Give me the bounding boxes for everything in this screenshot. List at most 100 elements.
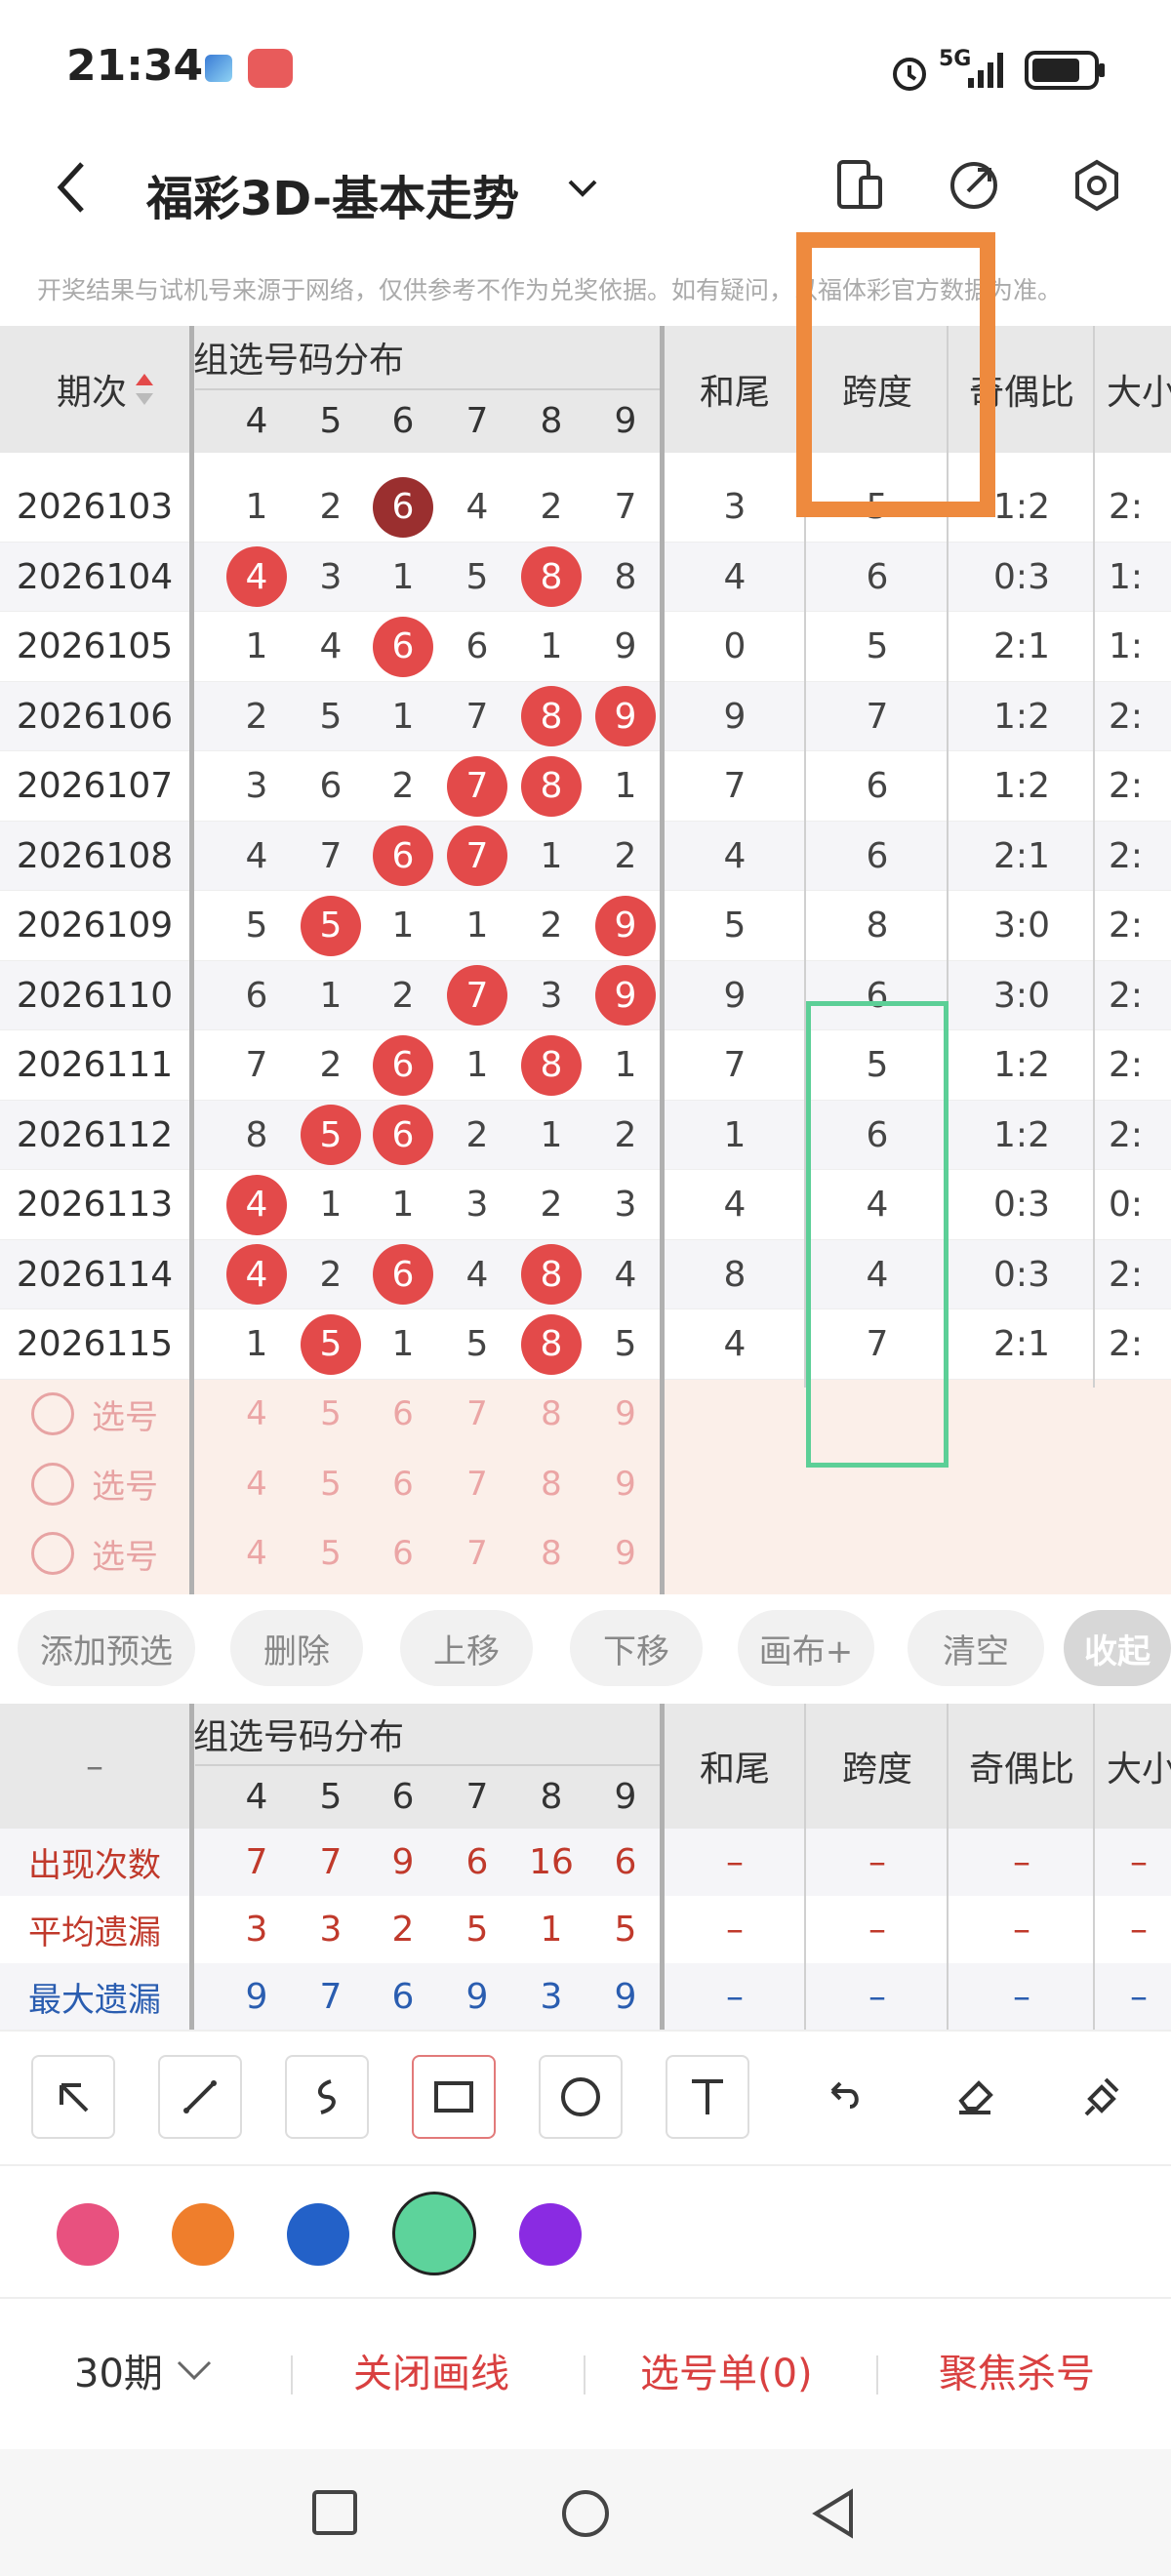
line-tool-icon[interactable] xyxy=(158,2055,242,2139)
select-digit[interactable]: 4 xyxy=(221,1449,293,1519)
select-digit[interactable]: 6 xyxy=(367,1449,439,1519)
digit-cell: 2 xyxy=(391,766,415,807)
digit-cell: 1 xyxy=(319,1185,343,1226)
select-digit[interactable]: 6 xyxy=(367,1380,439,1450)
close-draw-button[interactable]: 关闭画线 xyxy=(353,2342,509,2398)
number-ball: 9 xyxy=(595,965,656,1026)
number-ball: 4 xyxy=(226,1174,287,1235)
stats-digit-header: 6 xyxy=(391,1776,415,1817)
app-notification-icon-2 xyxy=(248,49,293,88)
digit-cell: 1 xyxy=(540,1114,563,1155)
eraser-tool-icon[interactable] xyxy=(933,2055,1017,2139)
digit-cell: 4 xyxy=(319,626,343,667)
jiou-cell: 3:0 xyxy=(993,975,1050,1016)
hewei-cell: 9 xyxy=(723,975,747,1016)
curve-tool-icon[interactable] xyxy=(285,2055,369,2139)
col-header-period-label: 期次 xyxy=(57,373,128,413)
action-button-0[interactable]: 添加预选 xyxy=(18,1610,195,1686)
chevron-down-icon[interactable] xyxy=(566,176,599,199)
select-digit[interactable]: 7 xyxy=(441,1519,513,1590)
digit-cell: 7 xyxy=(441,822,513,892)
select-digit[interactable]: 9 xyxy=(589,1449,662,1519)
period-select[interactable]: 30期 xyxy=(74,2342,214,2398)
undo-tool-icon[interactable] xyxy=(802,2055,886,2139)
select-digit[interactable]: 9 xyxy=(589,1519,662,1590)
select-digit[interactable]: 6 xyxy=(367,1519,439,1590)
select-digit[interactable]: 7 xyxy=(441,1380,513,1450)
number-ball: 6 xyxy=(373,616,433,677)
radio-circle-icon[interactable] xyxy=(31,1462,74,1506)
clear-tool-icon[interactable] xyxy=(1060,2055,1144,2139)
digit-cell: 2 xyxy=(614,1114,637,1155)
select-row-toggle[interactable]: 选号 xyxy=(0,1449,189,1519)
back-icon[interactable] xyxy=(810,2488,857,2539)
select-digit[interactable]: 5 xyxy=(295,1449,367,1519)
select-digit[interactable]: 5 xyxy=(295,1519,367,1590)
recent-apps-icon[interactable] xyxy=(310,2488,359,2537)
color-swatch[interactable] xyxy=(287,2203,349,2266)
hewei-cell: 7 xyxy=(723,1045,747,1086)
digit-cell: 7 xyxy=(319,835,343,876)
select-row-toggle[interactable]: 选号 xyxy=(0,1380,189,1450)
stats-value: 6 xyxy=(614,1842,637,1882)
focus-kill-button[interactable]: 聚焦杀号 xyxy=(939,2342,1095,2398)
arrow-tool-icon[interactable] xyxy=(31,2055,115,2139)
action-button-6[interactable]: 收起 xyxy=(1064,1610,1171,1686)
page-title[interactable]: 福彩3D-基本走势 xyxy=(146,160,519,228)
select-digit[interactable]: 4 xyxy=(221,1380,293,1450)
color-swatch[interactable] xyxy=(57,2203,119,2266)
share-icon[interactable] xyxy=(947,158,1001,213)
digit-cell: 6 xyxy=(367,1240,439,1310)
home-icon[interactable] xyxy=(560,2488,611,2539)
digit-header: 8 xyxy=(540,400,563,441)
action-button-3[interactable]: 下移 xyxy=(570,1610,703,1686)
stats-value: 7 xyxy=(319,1977,343,2017)
annotation-orange-rect[interactable] xyxy=(796,232,995,517)
action-button-1[interactable]: 删除 xyxy=(230,1610,363,1686)
color-swatch[interactable] xyxy=(172,2203,234,2266)
settings-icon[interactable] xyxy=(1070,158,1124,213)
action-button-2[interactable]: 上移 xyxy=(400,1610,533,1686)
digit-cell: 6 xyxy=(367,1101,439,1171)
select-digit[interactable]: 7 xyxy=(441,1449,513,1519)
stats-value: 9 xyxy=(245,1977,268,2017)
digit-header: 4 xyxy=(245,400,268,441)
stats-label: 出现次数 xyxy=(28,1846,161,1885)
stats-dash: – xyxy=(868,1842,886,1882)
select-digit[interactable]: 8 xyxy=(515,1519,587,1590)
select-digit[interactable]: 8 xyxy=(515,1380,587,1450)
hewei-cell: 0 xyxy=(723,626,747,667)
col-header-period[interactable]: 期次 xyxy=(0,326,191,453)
action-button-5[interactable]: 清空 xyxy=(908,1610,1044,1686)
color-swatch[interactable] xyxy=(392,2192,476,2275)
action-button-4[interactable]: 画布+ xyxy=(738,1610,874,1686)
status-time: 21:34 xyxy=(66,41,204,91)
digit-header: 6 xyxy=(391,400,415,441)
digit-cell: 8 xyxy=(515,751,587,822)
number-ball: 6 xyxy=(373,1105,433,1166)
stats-digit-header: 5 xyxy=(319,1776,343,1817)
back-arrow-icon[interactable] xyxy=(53,158,92,217)
select-digit[interactable]: 5 xyxy=(295,1380,367,1450)
stats-dash: – xyxy=(726,1977,744,2017)
annotation-green-rect[interactable] xyxy=(806,1001,949,1468)
digit-cell: 9 xyxy=(614,626,637,667)
sort-icon[interactable] xyxy=(133,370,156,409)
select-label: 选号 xyxy=(92,1397,158,1437)
digit-cell: 7 xyxy=(245,1045,268,1086)
stats-digit-header: 8 xyxy=(540,1776,563,1817)
pick-list-button[interactable]: 选号单(0) xyxy=(640,2342,813,2398)
color-swatch[interactable] xyxy=(519,2203,582,2266)
radio-circle-icon[interactable] xyxy=(31,1392,74,1436)
circle-tool-icon[interactable] xyxy=(539,2055,623,2139)
radio-circle-icon[interactable] xyxy=(31,1532,74,1576)
select-row-toggle[interactable]: 选号 xyxy=(0,1519,189,1590)
rect-tool-icon[interactable] xyxy=(412,2055,496,2139)
nav-header: 福彩3D-基本走势 xyxy=(0,146,1171,263)
period-select-label: 30期 xyxy=(74,2352,163,2396)
text-tool-icon[interactable] xyxy=(666,2055,749,2139)
select-digit[interactable]: 8 xyxy=(515,1449,587,1519)
select-digit[interactable]: 9 xyxy=(589,1380,662,1450)
select-digit[interactable]: 4 xyxy=(221,1519,293,1590)
layout-icon[interactable] xyxy=(831,158,886,213)
